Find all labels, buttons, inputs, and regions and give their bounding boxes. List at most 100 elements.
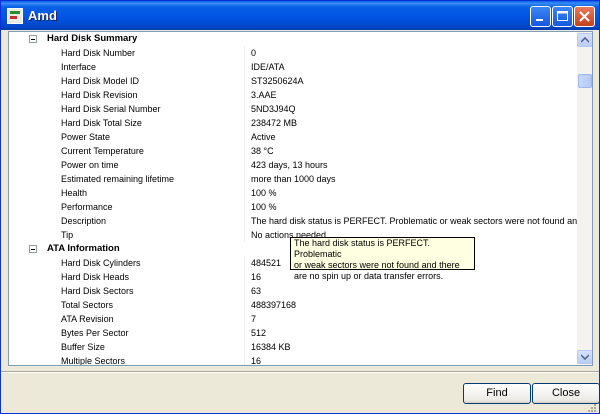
property-name: Current Temperature xyxy=(61,146,144,156)
property-value: 38 °C xyxy=(251,146,274,156)
property-value: 100 % xyxy=(251,188,277,198)
disk-info-panel[interactable]: Hard Disk Summary Hard Disk Number 0 Inter… xyxy=(8,31,593,366)
column-divider xyxy=(244,144,245,158)
property-row[interactable]: Power State Active xyxy=(9,130,577,144)
property-name: ATA Revision xyxy=(61,314,114,324)
property-name: Multiple Sectors xyxy=(61,356,126,366)
property-row[interactable]: Estimated remaining lifetime more than 10… xyxy=(9,172,577,186)
property-value: ST3250624A xyxy=(251,76,304,86)
property-name: Performance xyxy=(61,202,113,212)
property-value: Active xyxy=(251,132,276,142)
property-value: 16 xyxy=(251,356,262,366)
column-divider xyxy=(244,116,245,130)
property-row[interactable]: Hard Disk Model ID ST3250624A xyxy=(9,74,577,88)
column-divider xyxy=(244,130,245,144)
property-value: 16384 KB xyxy=(251,342,291,352)
property-name: Power State xyxy=(61,132,111,142)
property-name: Hard Disk Number xyxy=(61,48,136,58)
section-title: ATA Information xyxy=(47,243,120,254)
disk-info-app-icon xyxy=(7,8,23,24)
property-value: 512 xyxy=(251,328,267,338)
description-tooltip: The hard disk status is PERFECT. Problem… xyxy=(290,237,475,281)
property-name: Description xyxy=(61,216,107,226)
column-divider xyxy=(244,270,245,284)
column-divider xyxy=(244,312,245,326)
property-value: 238472 MB xyxy=(251,118,298,128)
app-window: Amd Hard Disk Summary Hard Disk Number 0 I… xyxy=(0,0,600,414)
property-row[interactable]: Current Temperature 38 °C xyxy=(9,144,577,158)
property-row[interactable]: Hard Disk Total Size 238472 MB xyxy=(9,116,577,130)
minimize-button[interactable] xyxy=(530,6,551,27)
collapse-toggle-icon[interactable] xyxy=(29,35,37,43)
column-divider xyxy=(244,74,245,88)
property-row[interactable]: Buffer Size 16384 KB xyxy=(9,340,577,354)
property-row[interactable]: Description The hard disk status is PERFE… xyxy=(9,214,577,228)
property-row[interactable]: Multiple Sectors 16 xyxy=(9,354,577,366)
chevron-down-icon xyxy=(581,354,589,360)
column-divider xyxy=(244,158,245,172)
property-name: Hard Disk Heads xyxy=(61,272,130,282)
column-divider xyxy=(244,46,245,60)
vertical-scrollbar[interactable] xyxy=(577,32,592,365)
property-value: 5ND3J94Q xyxy=(251,104,296,114)
column-divider xyxy=(244,256,245,270)
property-value: more than 1000 days xyxy=(251,174,336,184)
maximize-button[interactable] xyxy=(552,6,573,27)
property-name: Hard Disk Sectors xyxy=(61,286,134,296)
column-divider xyxy=(244,186,245,200)
property-row[interactable]: Hard Disk Sectors 63 xyxy=(9,284,577,298)
property-name: Hard Disk Serial Number xyxy=(61,104,161,114)
property-row[interactable]: Hard Disk Serial Number 5ND3J94Q xyxy=(9,102,577,116)
property-row[interactable]: Total Sectors 488397168 xyxy=(9,298,577,312)
property-row[interactable]: Health 100 % xyxy=(9,186,577,200)
close-icon xyxy=(579,11,590,22)
resize-grip-icon[interactable] xyxy=(586,402,596,412)
collapse-toggle-icon[interactable] xyxy=(29,245,37,253)
footer-divider xyxy=(1,371,599,373)
property-grid: Hard Disk Summary Hard Disk Number 0 Inter… xyxy=(9,32,577,366)
property-value: 3.AAE xyxy=(251,90,277,100)
property-value: The hard disk status is PERFECT. Problem… xyxy=(251,216,577,226)
property-row[interactable]: ATA Revision 7 xyxy=(9,312,577,326)
column-divider xyxy=(244,326,245,340)
column-divider xyxy=(244,354,245,365)
column-divider xyxy=(244,340,245,354)
property-row[interactable]: Hard Disk Heads 16 xyxy=(9,270,577,284)
property-value: 7 xyxy=(251,314,257,324)
property-name: Buffer Size xyxy=(61,342,105,352)
scroll-down-button[interactable] xyxy=(577,350,592,364)
property-name: Hard Disk Total Size xyxy=(61,118,142,128)
property-row[interactable]: Interface IDE/ATA xyxy=(9,60,577,74)
scroll-thumb[interactable] xyxy=(578,74,592,88)
find-button[interactable]: Find xyxy=(463,383,531,404)
column-divider xyxy=(244,172,245,186)
property-name: Power on time xyxy=(61,160,119,170)
column-divider xyxy=(244,298,245,312)
property-value: 0 xyxy=(251,48,257,58)
column-divider xyxy=(244,200,245,214)
column-divider xyxy=(244,60,245,74)
minimize-icon xyxy=(536,19,543,21)
column-divider xyxy=(244,214,245,228)
property-name: Health xyxy=(61,188,88,198)
title-bar[interactable]: Amd xyxy=(1,1,599,30)
property-name: Hard Disk Cylinders xyxy=(61,258,141,268)
property-name: Tip xyxy=(61,230,74,240)
section-header-hard-disk-summary[interactable]: Hard Disk Summary xyxy=(9,32,577,46)
property-row[interactable]: Hard Disk Revision 3.AAE xyxy=(9,88,577,102)
property-name: Hard Disk Model ID xyxy=(61,76,140,86)
window-close-button[interactable] xyxy=(574,6,595,27)
property-row[interactable]: Hard Disk Number 0 xyxy=(9,46,577,60)
column-divider xyxy=(244,284,245,298)
property-name: Interface xyxy=(61,62,97,72)
property-row[interactable]: Performance 100 % xyxy=(9,200,577,214)
property-value: 63 xyxy=(251,286,262,296)
column-divider xyxy=(244,228,245,242)
property-name: Total Sectors xyxy=(61,300,114,310)
property-row[interactable]: Bytes Per Sector 512 xyxy=(9,326,577,340)
scroll-up-button[interactable] xyxy=(577,33,592,47)
property-row[interactable]: Power on time 423 days, 13 hours xyxy=(9,158,577,172)
maximize-icon xyxy=(557,11,568,21)
close-button[interactable]: Close xyxy=(532,383,600,404)
property-value: IDE/ATA xyxy=(251,62,285,72)
